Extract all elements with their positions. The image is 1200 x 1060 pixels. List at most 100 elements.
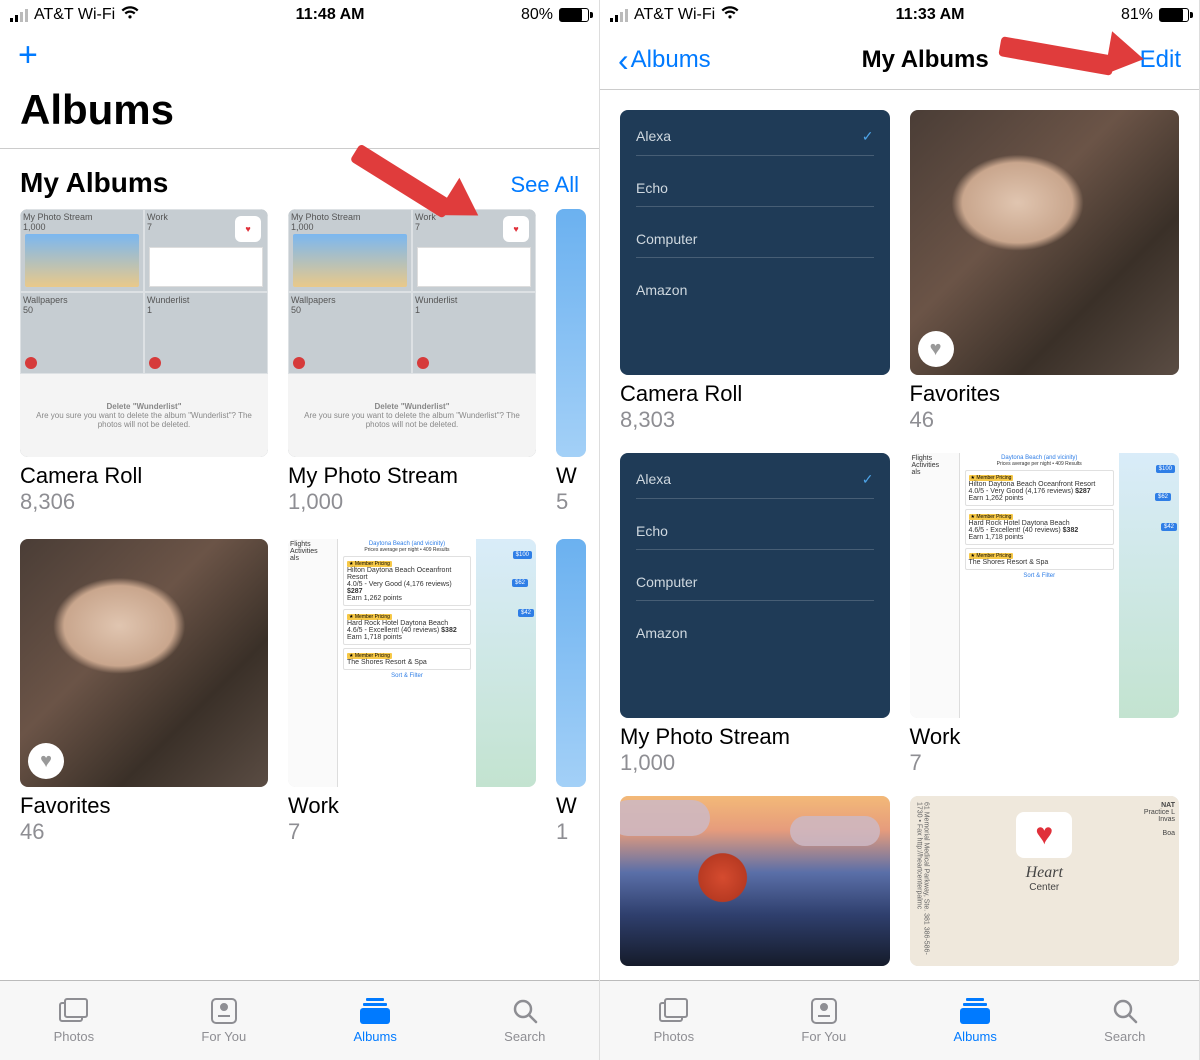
tab-foryou[interactable]: For You	[201, 997, 246, 1044]
tab-label: Photos	[654, 1029, 694, 1044]
album-name: Work	[910, 724, 1180, 750]
album-name: W	[556, 793, 586, 819]
album-card-wallpapers[interactable]	[620, 796, 890, 966]
album-card-peek[interactable]: W 5	[556, 209, 586, 515]
album-card-photo-stream[interactable]: Alexa✓ Echo Computer Amazon My Photo Str…	[620, 453, 890, 776]
heart-icon: ♥	[28, 743, 64, 779]
album-count: 7	[288, 819, 536, 845]
screen-my-albums-detail: AT&T Wi-Fi 11:33 AM 81% ‹ Albums My Albu…	[600, 0, 1200, 1060]
album-thumb: ♥	[910, 110, 1180, 375]
album-thumb	[620, 796, 890, 966]
battery-icon	[1159, 8, 1189, 22]
tab-label: For You	[801, 1029, 846, 1044]
album-thumb: FlightsActivitiesals Daytona Beach (and …	[288, 539, 536, 787]
foryou-icon	[808, 997, 840, 1025]
add-album-button[interactable]: +	[18, 38, 38, 72]
album-card-camera-roll[interactable]: Alexa✓ Echo Computer Amazon Camera Roll …	[620, 110, 890, 433]
album-count: 7	[910, 750, 1180, 776]
album-count: 8,303	[620, 407, 890, 433]
album-thumb: ♥	[20, 539, 268, 787]
album-thumb	[556, 539, 586, 787]
signal-icon	[610, 9, 628, 22]
tab-foryou[interactable]: For You	[801, 997, 846, 1044]
albums-scroll[interactable]: My Photo Stream1,000 Work7♥ Wallpapers50…	[0, 209, 599, 980]
tab-label: For You	[201, 1029, 246, 1044]
tab-search[interactable]: Search	[504, 997, 545, 1044]
page-title: Albums	[0, 80, 599, 149]
check-icon: ✓	[862, 471, 874, 488]
battery-pct: 80%	[521, 6, 553, 24]
search-icon	[509, 997, 541, 1025]
album-card-peek[interactable]: W 1	[556, 539, 586, 845]
carrier-label: AT&T Wi-Fi	[34, 6, 115, 24]
tab-bar: Photos For You Albums Search	[0, 980, 599, 1060]
albums-icon	[359, 997, 391, 1025]
album-name: Camera Roll	[620, 381, 890, 407]
clock: 11:33 AM	[896, 6, 965, 24]
albums-grid-scroll[interactable]: Alexa✓ Echo Computer Amazon Camera Roll …	[600, 90, 1199, 980]
album-card-photo-stream[interactable]: My Photo Stream1,000 Work7♥ Wallpapers50…	[288, 209, 536, 515]
foryou-icon	[208, 997, 240, 1025]
edit-button[interactable]: Edit	[1140, 46, 1181, 74]
tab-albums[interactable]: Albums	[954, 997, 997, 1044]
screen-albums-overview: AT&T Wi-Fi 11:48 AM 80% + Albums My Albu…	[0, 0, 600, 1060]
tab-label: Search	[1104, 1029, 1145, 1044]
back-button[interactable]: ‹ Albums	[618, 44, 711, 76]
album-card-camera-roll[interactable]: My Photo Stream1,000 Work7♥ Wallpapers50…	[20, 209, 268, 515]
tab-albums[interactable]: Albums	[354, 997, 397, 1044]
tab-photos[interactable]: Photos	[54, 997, 94, 1044]
album-name: My Photo Stream	[288, 463, 536, 489]
album-thumb: Alexa✓ Echo Computer Amazon	[620, 110, 890, 375]
signal-icon	[10, 9, 28, 22]
photos-icon	[658, 997, 690, 1025]
search-icon	[1109, 997, 1141, 1025]
tab-label: Albums	[954, 1029, 997, 1044]
albums-icon	[959, 997, 991, 1025]
tab-photos[interactable]: Photos	[654, 997, 694, 1044]
status-bar: AT&T Wi-Fi 11:48 AM 80%	[0, 0, 599, 30]
heart-icon: ♥	[503, 216, 529, 242]
album-thumb	[556, 209, 586, 457]
album-thumb: My Photo Stream1,000 Work7♥ Wallpapers50…	[288, 209, 536, 457]
heart-icon: ♥	[1016, 812, 1072, 858]
album-row: ♥ Favorites 46 FlightsActivitiesals Dayt…	[20, 539, 599, 845]
album-name: W	[556, 463, 586, 489]
annotation-arrow	[355, 142, 465, 162]
section-header: My Albums See All	[0, 149, 599, 209]
nav-title: My Albums	[862, 46, 989, 74]
album-thumb: My Photo Stream1,000 Work7♥ Wallpapers50…	[20, 209, 268, 457]
album-count: 5	[556, 489, 586, 515]
album-card-favorites[interactable]: ♥ Favorites 46	[20, 539, 268, 845]
annotation-arrow	[1000, 36, 1115, 56]
check-icon: ✓	[862, 128, 874, 145]
album-card-work[interactable]: FlightsActivitiesals Daytona Beach (and …	[910, 453, 1180, 776]
album-card-heart[interactable]: 61 Memorial Medical Parkway, Ste. 381 38…	[910, 796, 1180, 966]
battery-icon	[559, 8, 589, 22]
tab-label: Albums	[354, 1029, 397, 1044]
photos-icon	[58, 997, 90, 1025]
battery-pct: 81%	[1121, 6, 1153, 24]
clock: 11:48 AM	[296, 6, 365, 24]
album-count: 8,306	[20, 489, 268, 515]
heart-icon: ♥	[918, 331, 954, 367]
album-card-work[interactable]: FlightsActivitiesals Daytona Beach (and …	[288, 539, 536, 845]
album-count: 46	[910, 407, 1180, 433]
album-card-favorites[interactable]: ♥ Favorites 46	[910, 110, 1180, 433]
tab-label: Search	[504, 1029, 545, 1044]
album-name: Work	[288, 793, 536, 819]
album-row: My Photo Stream1,000 Work7♥ Wallpapers50…	[20, 209, 599, 515]
album-name: Camera Roll	[20, 463, 268, 489]
tab-bar: Photos For You Albums Search	[600, 980, 1199, 1060]
carrier-label: AT&T Wi-Fi	[634, 6, 715, 24]
tab-search[interactable]: Search	[1104, 997, 1145, 1044]
see-all-link[interactable]: See All	[511, 172, 580, 198]
nav-header: +	[0, 30, 599, 80]
album-thumb: FlightsActivitiesals Daytona Beach (and …	[910, 453, 1180, 718]
album-thumb: 61 Memorial Medical Parkway, Ste. 381 38…	[910, 796, 1180, 966]
heart-icon: ♥	[235, 216, 261, 242]
wifi-icon	[121, 6, 139, 25]
album-thumb: Alexa✓ Echo Computer Amazon	[620, 453, 890, 718]
album-count: 1,000	[288, 489, 536, 515]
wifi-icon	[721, 6, 739, 25]
album-name: My Photo Stream	[620, 724, 890, 750]
